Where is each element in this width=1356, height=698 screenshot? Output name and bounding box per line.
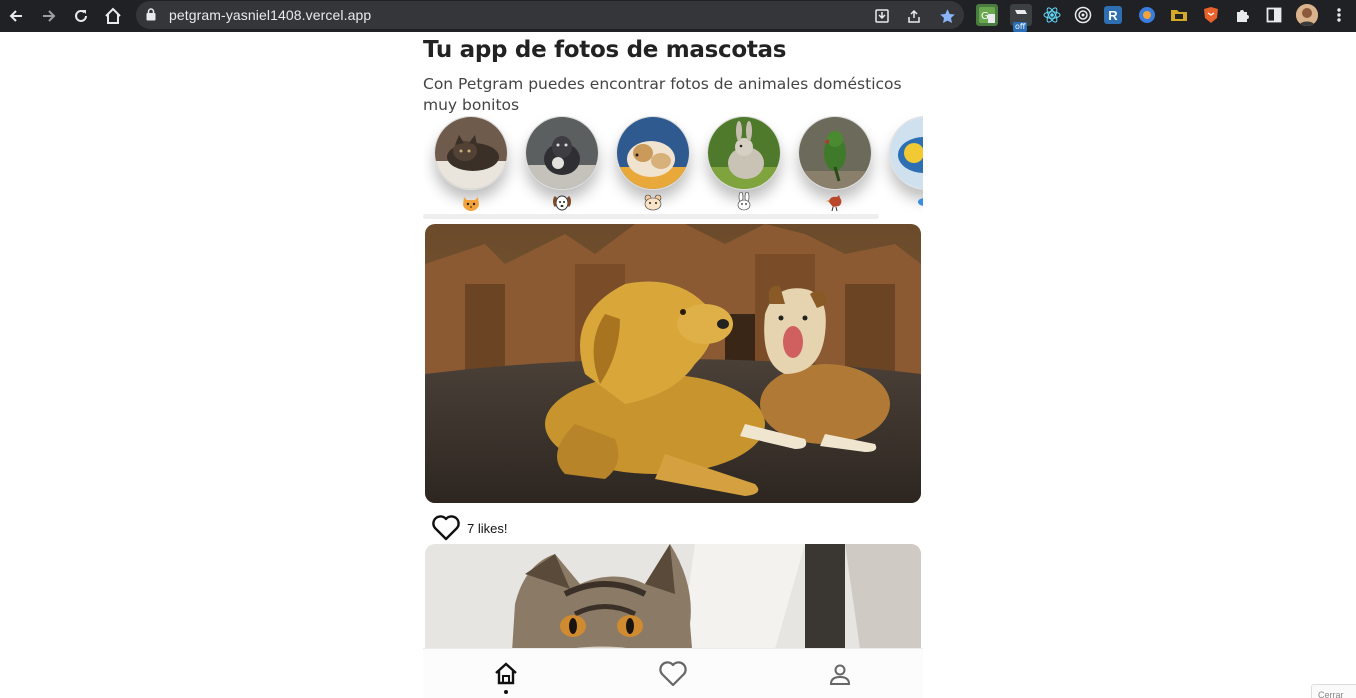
forward-arrow-icon xyxy=(43,10,56,22)
category-fish-image xyxy=(889,116,923,190)
like-button[interactable] xyxy=(431,514,461,542)
browser-menu-button[interactable] xyxy=(1328,4,1350,26)
page-title: Tu app de fotos de mascotas xyxy=(423,37,787,63)
photo-card-image[interactable] xyxy=(425,224,921,503)
nav-favorites[interactable] xyxy=(653,657,693,691)
avatar-icon xyxy=(1296,4,1318,26)
reload-icon xyxy=(75,9,87,22)
cat-face-icon xyxy=(461,192,481,212)
folder-extension-icon xyxy=(1171,10,1187,21)
active-indicator xyxy=(504,690,508,694)
user-icon xyxy=(829,664,851,685)
home-button[interactable] xyxy=(100,3,126,29)
rabbit-face-icon xyxy=(734,191,754,212)
folder-extension-button[interactable] xyxy=(1168,4,1190,26)
home-icon xyxy=(495,662,517,685)
page-subtitle: Con Petgram puedes encontrar fotos de an… xyxy=(423,75,902,114)
category-scrollbar[interactable] xyxy=(423,214,879,219)
target-extension-button[interactable] xyxy=(1072,4,1094,26)
category-birds[interactable] xyxy=(797,116,873,216)
side-panel-icon xyxy=(1266,7,1282,23)
svg-text:G: G xyxy=(981,11,989,22)
off-badge: off xyxy=(1013,22,1028,32)
off-extension-button[interactable]: off xyxy=(1010,4,1032,32)
corner-popup-tab[interactable]: Cerrar xyxy=(1311,684,1356,698)
extensions-menu-button[interactable] xyxy=(1232,4,1254,26)
back-button[interactable] xyxy=(3,3,29,29)
home-icon xyxy=(105,7,121,24)
category-dogs[interactable] xyxy=(524,116,600,216)
nav-user[interactable] xyxy=(820,657,860,691)
brave-shield-button[interactable] xyxy=(1200,4,1222,26)
bookmark-button[interactable] xyxy=(936,5,958,27)
category-rabbits[interactable] xyxy=(706,116,782,216)
bottom-navigation xyxy=(423,648,923,698)
translate-extension-icon: G xyxy=(979,7,995,23)
dog-face-icon xyxy=(552,192,572,212)
share-icon xyxy=(908,9,920,23)
address-bar[interactable]: petgram-yasniel1408.vercel.app xyxy=(136,1,964,29)
petgram-app: Tu app de fotos de mascotas Con Petgram … xyxy=(423,32,923,698)
puzzle-extensions-icon xyxy=(1237,10,1249,22)
react-devtools-button[interactable] xyxy=(1041,4,1063,26)
bird-icon xyxy=(825,192,845,212)
forward-button[interactable] xyxy=(36,3,62,29)
r-extension-label: R xyxy=(1108,7,1118,23)
nav-home[interactable] xyxy=(486,657,526,694)
category-hamsters[interactable] xyxy=(615,116,691,216)
category-rabbits-image xyxy=(707,116,781,190)
category-dogs-image xyxy=(525,116,599,190)
profile-avatar[interactable] xyxy=(1296,4,1318,26)
hamster-face-icon xyxy=(643,192,663,212)
category-cats-image xyxy=(434,116,508,190)
likes-row: 7 likes! xyxy=(431,514,507,542)
r-extension-button[interactable]: R xyxy=(1104,6,1122,24)
category-list xyxy=(423,116,923,216)
circle-extension-icon xyxy=(1139,7,1155,23)
translate-extension-button[interactable]: G xyxy=(976,4,998,26)
category-cats[interactable] xyxy=(433,116,509,216)
url-text: petgram-yasniel1408.vercel.app xyxy=(169,7,372,23)
share-button[interactable] xyxy=(903,5,925,27)
circle-extension-button[interactable] xyxy=(1136,4,1158,26)
category-hamsters-image xyxy=(616,116,690,190)
side-panel-button[interactable] xyxy=(1263,4,1285,26)
react-devtools-icon xyxy=(1043,7,1061,23)
likes-count: 7 likes! xyxy=(467,520,508,536)
back-arrow-icon xyxy=(9,10,22,22)
kebab-menu-icon xyxy=(1337,8,1341,22)
off-badge-extension-icon xyxy=(1015,10,1027,14)
lock-icon xyxy=(146,8,156,21)
heart-outline-icon xyxy=(659,661,687,687)
install-app-button[interactable] xyxy=(871,5,893,27)
fish-icon xyxy=(916,192,923,212)
install-icon xyxy=(875,9,889,23)
category-birds-image xyxy=(798,116,872,190)
target-extension-icon xyxy=(1074,6,1092,24)
heart-outline-icon xyxy=(432,515,460,541)
star-icon xyxy=(939,8,955,23)
browser-toolbar: petgram-yasniel1408.vercel.app G off R xyxy=(0,0,1356,32)
reload-button[interactable] xyxy=(68,3,94,29)
category-fish[interactable] xyxy=(888,116,923,216)
brave-shield-icon xyxy=(1204,7,1218,23)
